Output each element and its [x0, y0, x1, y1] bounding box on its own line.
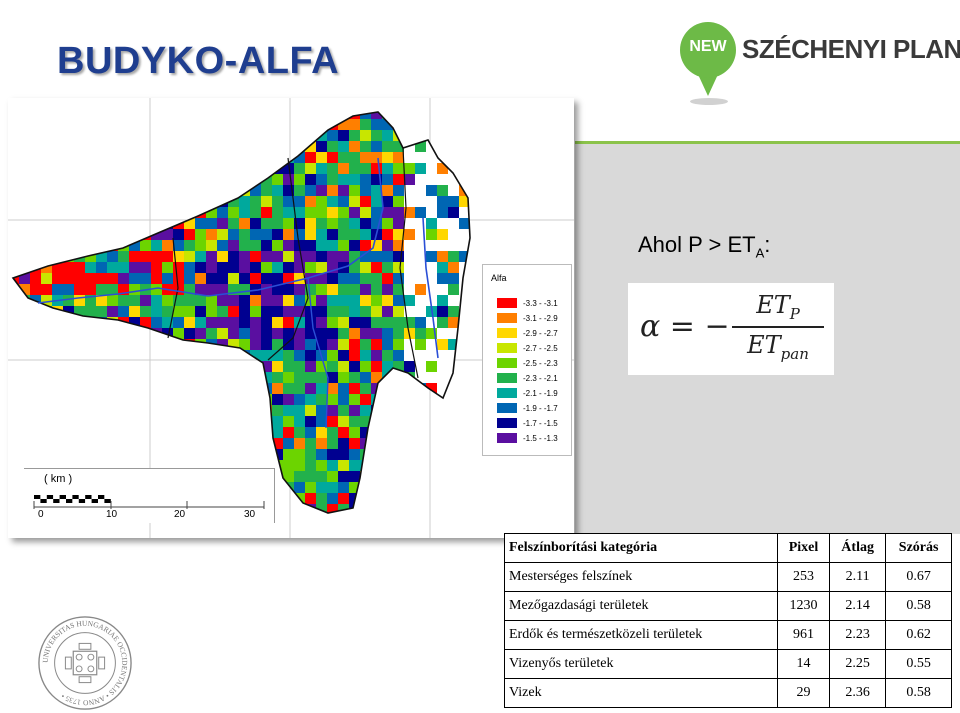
legend-item: -2.5 - -2.3 — [497, 357, 558, 369]
seal-text: UNIVERSITAS HUNGARIAE OCCIDENTALIS • ANN… — [41, 619, 130, 708]
cell-mean: 2.25 — [829, 649, 887, 679]
legend-item: -1.5 - -1.3 — [497, 432, 558, 444]
formula-numerator: ETP — [732, 291, 824, 323]
legend-title: Alfa — [491, 273, 507, 283]
legend-swatch — [497, 418, 517, 428]
scale-bar-graphic — [33, 495, 265, 509]
cell-pixel: 14 — [776, 649, 831, 679]
scale-bar: ( km ) 0 10 20 30 — [24, 468, 275, 523]
legend-swatch — [497, 343, 517, 353]
header-pixel: Pixel — [776, 533, 831, 563]
legend-label: -2.1 - -1.9 — [523, 388, 558, 398]
table-row: Mezőgazdasági területek 1230 2.14 0.58 — [504, 591, 952, 621]
cell-std: 0.62 — [885, 620, 952, 650]
legend-item: -3.1 - -2.9 — [497, 312, 558, 324]
formula-fraction: ETP ETpan — [732, 291, 824, 363]
legend-label: -3.1 - -2.9 — [523, 313, 558, 323]
landcover-stats-table: Felszínborítási kategória Pixel Átlag Sz… — [504, 533, 952, 708]
legend-item: -2.1 - -1.9 — [497, 387, 558, 399]
cell-category: Vizek — [504, 678, 778, 708]
cell-mean: 2.11 — [829, 562, 887, 592]
legend-label: -2.3 - -2.1 — [523, 373, 558, 383]
cell-pixel: 253 — [776, 562, 831, 592]
logo-brand-text: SZÉCHENYI PLAN — [742, 34, 960, 64]
legend-swatch — [497, 328, 517, 338]
page-title: BUDYKO-ALFA — [57, 40, 340, 82]
scale-tick: 20 — [174, 509, 186, 520]
cell-pixel: 29 — [776, 678, 831, 708]
scale-tick: 30 — [244, 509, 256, 520]
cell-pixel: 961 — [776, 620, 831, 650]
condition-prefix: Ahol P > ET — [638, 232, 756, 257]
cell-mean: 2.36 — [829, 678, 887, 708]
table-row: Vizek 29 2.36 0.58 — [504, 678, 952, 708]
cell-std: 0.67 — [885, 562, 952, 592]
legend-item: -1.9 - -1.7 — [497, 402, 558, 414]
condition-text: Ahol P > ETA: — [638, 232, 770, 260]
legend-item: -3.3 - -3.1 — [497, 297, 558, 309]
logo-pin-text: NEW — [689, 38, 727, 55]
legend-label: -1.9 - -1.7 — [523, 403, 558, 413]
legend-item: -2.9 - -2.7 — [497, 327, 558, 339]
numerator-sub: P — [789, 304, 800, 323]
szechenyi-logo: NEW SZÉCHENYI PLAN — [662, 20, 960, 110]
legend-label: -1.7 - -1.5 — [523, 418, 558, 428]
legend-label: -1.5 - -1.3 — [523, 433, 558, 443]
cell-category: Vizenyős területek — [504, 649, 778, 679]
alfa-map: Alfa -3.3 - -3.1 -3.1 - -2.9 -2.9 - -2.7… — [8, 98, 574, 538]
university-seal: UNIVERSITAS HUNGARIAE OCCIDENTALIS • ANN… — [38, 616, 132, 710]
cell-pixel: 1230 — [776, 591, 831, 621]
scale-tick: 10 — [106, 509, 118, 520]
legend-swatch — [497, 433, 517, 443]
cell-mean: 2.23 — [829, 620, 887, 650]
formula-denominator: ETpan — [732, 331, 824, 363]
header-std: Szórás — [885, 533, 952, 563]
legend-item: -2.3 - -2.1 — [497, 372, 558, 384]
pin-shadow — [690, 98, 728, 105]
numerator-base: ET — [756, 291, 790, 319]
alpha-formula: α = − ETP ETpan — [628, 283, 834, 375]
legend-label: -2.5 - -2.3 — [523, 358, 558, 368]
map-legend: Alfa -3.3 - -3.1 -3.1 - -2.9 -2.9 - -2.7… — [482, 264, 572, 456]
cell-std: 0.55 — [885, 649, 952, 679]
header-category: Felszínborítási kategória — [504, 533, 778, 563]
table-header-row: Felszínborítási kategória Pixel Átlag Sz… — [504, 533, 952, 563]
cell-category: Erdők és természetközeli területek — [504, 620, 778, 650]
table-row: Erdők és természetközeli területek 961 2… — [504, 620, 952, 650]
legend-swatch — [497, 358, 517, 368]
denominator-sub: pan — [780, 344, 809, 363]
legend-swatch — [497, 298, 517, 308]
cell-std: 0.58 — [885, 678, 952, 708]
cell-category: Mezőgazdasági területek — [504, 591, 778, 621]
condition-suffix: : — [764, 232, 771, 257]
table-row: Mesterséges felszínek 253 2.11 0.67 — [504, 562, 952, 592]
legend-item: -2.7 - -2.5 — [497, 342, 558, 354]
legend-swatch — [497, 388, 517, 398]
cell-category: Mesterséges felszínek — [504, 562, 778, 592]
table-row: Vizenyős területek 14 2.25 0.55 — [504, 649, 952, 679]
legend-label: -2.9 - -2.7 — [523, 328, 558, 338]
legend-swatch — [497, 403, 517, 413]
legend-label: -3.3 - -3.1 — [523, 298, 558, 308]
formula-lhs: α = − — [640, 309, 730, 344]
cell-mean: 2.14 — [829, 591, 887, 621]
legend-label: -2.7 - -2.5 — [523, 343, 558, 353]
raster-cells — [13, 112, 470, 513]
condition-sub: A — [755, 245, 765, 261]
header-mean: Átlag — [829, 533, 887, 563]
legend-swatch — [497, 373, 517, 383]
scale-tick: 0 — [38, 509, 44, 520]
cell-std: 0.58 — [885, 591, 952, 621]
legend-item: -1.7 - -1.5 — [497, 417, 558, 429]
fraction-bar — [732, 325, 824, 328]
denominator-base: ET — [747, 330, 781, 359]
legend-swatch — [497, 313, 517, 323]
seal-text-path: UNIVERSITAS HUNGARIAE OCCIDENTALIS • ANN… — [41, 619, 130, 708]
